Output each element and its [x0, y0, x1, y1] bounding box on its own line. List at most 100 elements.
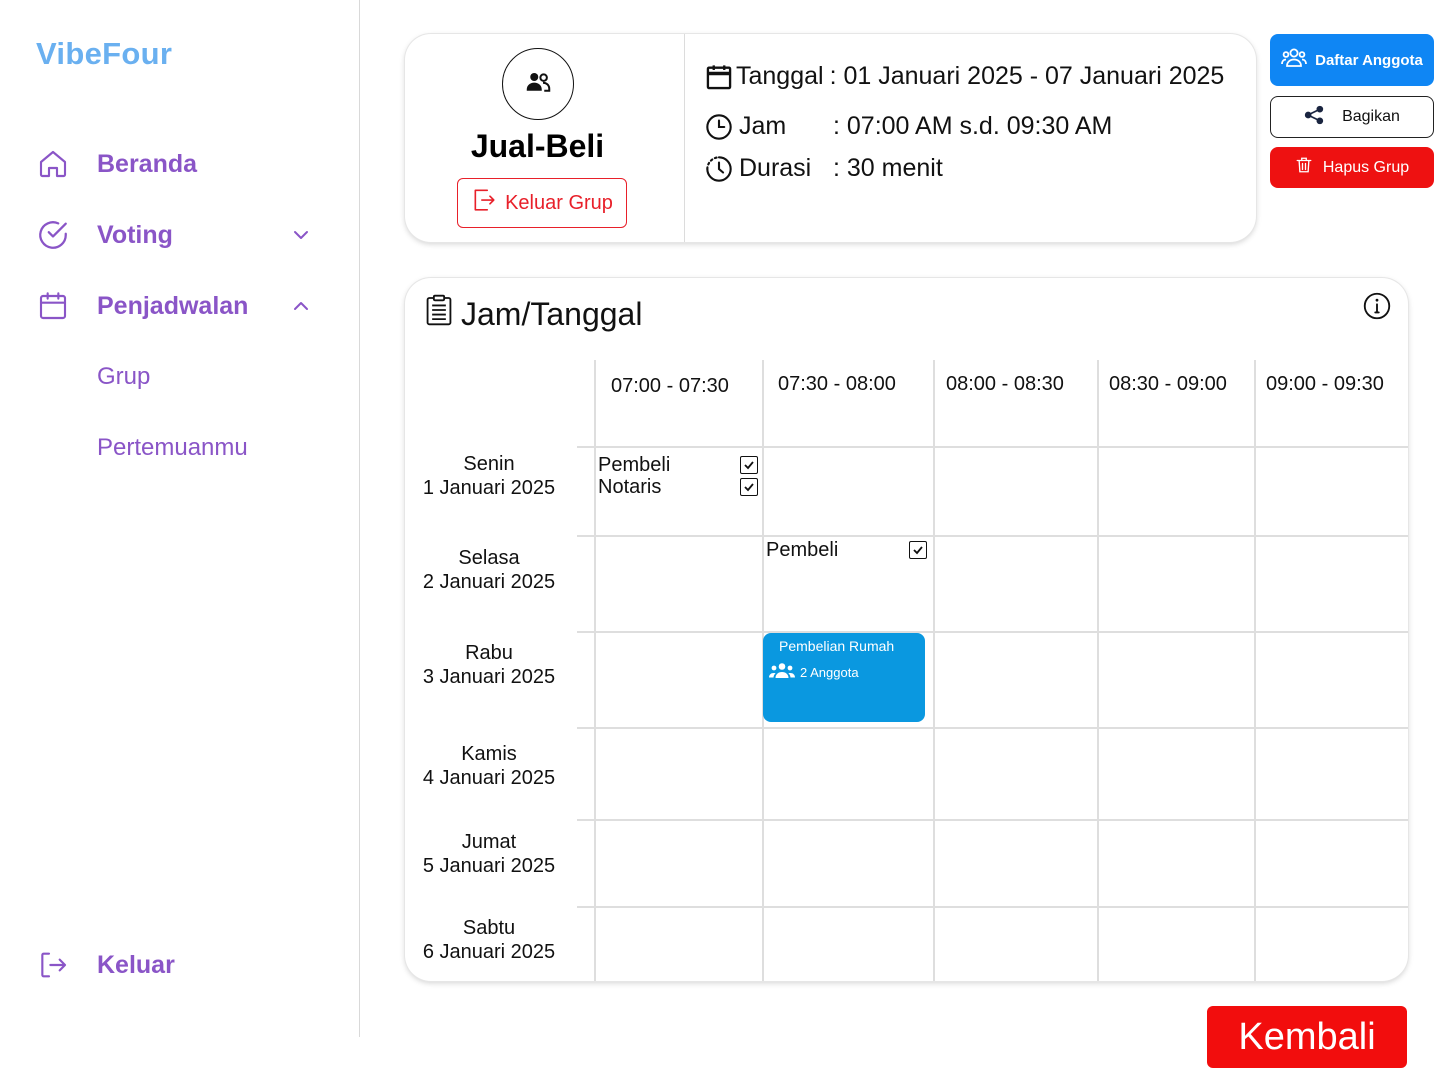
- group-identity: Jual-Beli Keluar Grup: [405, 34, 685, 242]
- day-header: Rabu 3 Januari 2025: [405, 641, 573, 689]
- chevron-down-icon[interactable]: [288, 222, 314, 248]
- timer-icon: [705, 155, 733, 183]
- nav-beranda[interactable]: Beranda: [36, 144, 197, 184]
- grid-line: [577, 535, 1408, 537]
- nav-label: Voting: [97, 220, 173, 249]
- grid-line: [594, 360, 596, 981]
- calendar-icon: [36, 289, 70, 323]
- availability-entry: Pembeli: [766, 539, 927, 561]
- event-card[interactable]: Pembelian Rumah 2 Anggota: [763, 633, 925, 722]
- grid-line: [577, 446, 1408, 448]
- grid-line: [577, 631, 1408, 633]
- nav-sub-pertemuanmu[interactable]: Pertemuanmu: [97, 434, 248, 462]
- exit-icon: [471, 187, 497, 219]
- day-name: Selasa: [458, 547, 520, 569]
- share-icon: [1304, 105, 1324, 130]
- brand-logo[interactable]: VibeFour: [36, 36, 172, 72]
- group-avatar: [502, 48, 574, 120]
- nav-voting[interactable]: Voting: [36, 215, 308, 255]
- day-name: Sabtu: [462, 917, 516, 939]
- sidebar: VibeFour Beranda Voting Penjadwalan Grup…: [0, 0, 360, 1037]
- day-header: Sabtu 6 Januari 2025: [405, 916, 573, 964]
- checkbox-checked-icon[interactable]: [740, 456, 758, 474]
- share-button[interactable]: Bagikan: [1270, 96, 1434, 138]
- grid-line: [577, 727, 1408, 729]
- users-icon: [1281, 47, 1308, 73]
- nav-penjadwalan[interactable]: Penjadwalan: [36, 286, 308, 326]
- nav-logout[interactable]: Keluar: [36, 945, 175, 985]
- delete-group-label: Hapus Grup: [1322, 158, 1410, 176]
- slot-header: 07:30 - 08:00: [778, 373, 896, 395]
- delete-group-button[interactable]: Hapus Grup: [1270, 147, 1434, 188]
- day-date: 2 Januari 2025: [422, 571, 556, 593]
- duration-row: Durasi : 30 menit: [705, 154, 943, 183]
- logout-icon: [36, 948, 70, 982]
- participant-name: Notaris: [598, 476, 662, 498]
- day-name: Kamis: [461, 743, 517, 765]
- member-list-button[interactable]: Daftar Anggota: [1270, 34, 1434, 86]
- users-icon: [769, 662, 795, 683]
- day-header: Selasa 2 Januari 2025: [405, 546, 573, 594]
- checkbox-checked-icon[interactable]: [909, 541, 927, 559]
- nav-sub-grup[interactable]: Grup: [97, 363, 150, 391]
- home-icon: [36, 147, 70, 181]
- clock-icon: [705, 113, 733, 141]
- grid-line: [577, 906, 1408, 908]
- check-circle-icon: [36, 218, 70, 252]
- day-date: 6 Januari 2025: [422, 941, 556, 963]
- grid-line: [1097, 360, 1099, 981]
- date-row: Tanggal : 01 Januari 2025 - 07 Januari 2…: [705, 62, 1224, 91]
- slot-header: 08:30 - 09:00: [1109, 373, 1227, 395]
- day-date: 5 Januari 2025: [422, 855, 556, 877]
- participant-name: Pembeli: [598, 454, 671, 476]
- schedule-title: Jam/Tanggal: [425, 294, 642, 334]
- slot-header: 09:00 - 09:30: [1266, 373, 1384, 395]
- time-label: Jam: [739, 112, 787, 140]
- nav-label: Penjadwalan: [97, 291, 249, 320]
- users-icon: [523, 67, 553, 102]
- day-header: Jumat 5 Januari 2025: [405, 830, 573, 878]
- checkbox-checked-icon[interactable]: [740, 478, 758, 496]
- event-title: Pembelian Rumah: [779, 638, 895, 654]
- time-value: : 07:00 AM s.d. 09:30 AM: [833, 112, 1113, 140]
- slot-header: 07:00 - 07:30: [611, 375, 729, 397]
- grid-line: [933, 360, 935, 981]
- calendar-icon: [705, 63, 733, 91]
- chevron-up-icon[interactable]: [288, 293, 314, 319]
- slot-header: 08:00 - 08:30: [946, 373, 1064, 395]
- availability-entry: Notaris: [598, 476, 758, 498]
- day-header: Senin 1 Januari 2025: [405, 452, 573, 500]
- group-info-card: Jual-Beli Keluar Grup Tanggal : 01 Janua…: [405, 34, 1256, 242]
- trash-icon: [1295, 155, 1313, 180]
- duration-label: Durasi: [739, 154, 812, 182]
- date-value: : 01 Januari 2025 - 07 Januari 2025: [829, 62, 1225, 90]
- leave-group-button[interactable]: Keluar Grup: [457, 178, 627, 228]
- day-name: Rabu: [465, 642, 513, 664]
- day-date: 3 Januari 2025: [422, 666, 556, 688]
- nav-label: Keluar: [97, 950, 175, 979]
- clipboard-icon: [425, 294, 453, 334]
- day-date: 1 Januari 2025: [422, 477, 556, 499]
- availability-cell[interactable]: Pembeli: [766, 539, 927, 561]
- back-button[interactable]: Kembali: [1207, 1006, 1407, 1068]
- duration-value: : 30 menit: [833, 154, 943, 182]
- info-icon[interactable]: [1363, 292, 1391, 320]
- event-members-count: 2 Anggota: [800, 665, 859, 680]
- day-name: Jumat: [461, 831, 517, 853]
- day-date: 4 Januari 2025: [422, 767, 556, 789]
- share-label: Bagikan: [1342, 108, 1400, 125]
- availability-entry: Pembeli: [598, 454, 758, 476]
- nav-label: Beranda: [97, 149, 198, 178]
- time-row: Jam : 07:00 AM s.d. 09:30 AM: [705, 112, 1112, 141]
- day-name: Senin: [463, 453, 515, 475]
- event-members: 2 Anggota: [769, 662, 925, 683]
- leave-group-label: Keluar Grup: [505, 191, 613, 214]
- member-list-label: Daftar Anggota: [1315, 51, 1423, 69]
- schedule-title-text: Jam/Tanggal: [461, 295, 643, 332]
- date-label: Tanggal: [736, 62, 824, 90]
- group-name: Jual-Beli: [470, 128, 605, 164]
- availability-cell[interactable]: Pembeli Notaris: [598, 454, 758, 498]
- grid-line: [1254, 360, 1256, 981]
- grid-line: [577, 819, 1408, 821]
- day-header: Kamis 4 Januari 2025: [405, 742, 573, 790]
